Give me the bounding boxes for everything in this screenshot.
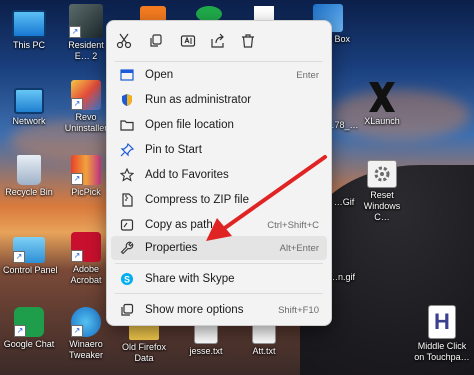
svg-text:S: S: [124, 275, 130, 285]
menu-item-share-with-skype[interactable]: S Share with Skype: [111, 267, 327, 291]
desktop-icon-google-chat[interactable]: ↗ Google Chat: [3, 307, 55, 350]
menu-item-shortcut: Shift+F10: [278, 304, 319, 316]
icon-label: Middle Click on Touchpa…: [414, 341, 470, 362]
menu-item-label: Pin to Start: [145, 144, 202, 156]
menu-item-label: Add to Favorites: [145, 169, 229, 181]
network-icon: [14, 88, 44, 114]
pin-icon: [119, 142, 135, 158]
desktop-icon-network[interactable]: Network: [3, 82, 55, 127]
game-icon: ↗: [69, 4, 103, 38]
icon-label: Winaero Tweaker: [68, 339, 103, 360]
desktop-icon-recycle-bin[interactable]: Recycle Bin: [3, 155, 55, 198]
shortcut-arrow-icon: ↗: [69, 26, 81, 38]
desktop-icon-picpick[interactable]: ↗ PicPick: [60, 155, 112, 198]
desktop-icon-middle-click[interactable]: H Middle Click on Touchpa…: [412, 305, 472, 363]
context-menu-toolbar: [107, 21, 331, 61]
recycle-bin-icon: [17, 155, 41, 185]
open-icon: [119, 67, 135, 83]
menu-item-label: Show more options: [145, 304, 244, 316]
google-chat-icon: ↗: [14, 307, 44, 337]
shortcut-arrow-icon: ↗: [13, 251, 25, 263]
wrench-icon: [119, 240, 135, 256]
menu-item-label: Compress to ZIP file: [145, 194, 249, 206]
shortcut-arrow-icon: ↗: [71, 250, 83, 262]
menu-item-run-as-administrator[interactable]: Run as administrator: [111, 88, 327, 112]
icon-label: Network: [12, 116, 46, 126]
icon-label: PicPick: [71, 187, 101, 197]
menu-item-shortcut: Ctrl+Shift+C: [267, 219, 319, 231]
icon-label: Google Chat: [3, 339, 55, 349]
cut-icon[interactable]: [115, 32, 133, 50]
path-icon: [119, 217, 135, 233]
desktop-icon-reset-windows[interactable]: Reset Windows C…: [356, 160, 408, 223]
icon-label: This PC: [12, 40, 45, 50]
menu-item-label: Run as administrator: [145, 94, 252, 106]
folder-icon: [119, 117, 135, 133]
x-logo-icon: [365, 80, 399, 114]
context-menu: Open Enter Run as administrator Open fil…: [106, 20, 332, 326]
menu-item-add-to-favorites[interactable]: Add to Favorites: [111, 163, 327, 187]
menu-item-label: Copy as path: [145, 219, 213, 231]
zip-icon: [119, 192, 135, 208]
menu-separator: [115, 61, 323, 62]
desktop-icon-revo-uninstaller[interactable]: ↗ Revo Uninstaller: [60, 80, 112, 134]
winaero-icon: ↗: [71, 307, 101, 337]
menu-item-open[interactable]: Open Enter: [111, 63, 327, 87]
icon-label: Revo Uninstaller: [64, 112, 108, 133]
icon-label: Recycle Bin: [5, 187, 53, 197]
menu-item-show-more-options[interactable]: Show more options Shift+F10: [111, 298, 327, 322]
control-panel-icon: ↗: [13, 237, 45, 263]
menu-separator: [115, 293, 323, 294]
shortcut-arrow-icon: ↗: [14, 325, 26, 337]
shortcut-arrow-icon: ↗: [71, 325, 83, 337]
menu-item-label: Properties: [145, 242, 198, 254]
menu-item-compress-to-zip[interactable]: Compress to ZIP file: [111, 188, 327, 212]
monitor-icon: [12, 10, 46, 38]
desktop-icon-winaero-tweaker[interactable]: ↗ Winaero Tweaker: [60, 307, 112, 361]
icon-label: Att.txt: [252, 346, 276, 356]
icon-label: jesse.txt: [189, 346, 223, 356]
desktop-icon-this-pc[interactable]: This PC: [3, 6, 55, 51]
picpick-icon: ↗: [71, 155, 101, 185]
shield-icon: [119, 92, 135, 108]
delete-icon[interactable]: [239, 32, 257, 50]
menu-item-label: Open: [145, 69, 174, 81]
gear-icon: [367, 160, 397, 188]
menu-item-pin-to-start[interactable]: Pin to Start: [111, 138, 327, 162]
menu-separator: [115, 263, 323, 264]
icon-label: Resident E… 2: [68, 40, 104, 61]
shortcut-arrow-icon: ↗: [71, 98, 83, 110]
shortcut-arrow-icon: ↗: [71, 173, 83, 185]
more-options-icon: [119, 302, 135, 318]
share-icon[interactable]: [209, 32, 227, 50]
skype-icon: S: [119, 271, 135, 287]
menu-item-label: Open file location: [145, 119, 234, 131]
desktop-icon-resident-evil[interactable]: ↗ Resident E… 2: [60, 4, 112, 62]
icon-label: Control Panel: [3, 265, 58, 275]
rename-icon[interactable]: [179, 32, 197, 50]
star-icon: [119, 167, 135, 183]
icon-label: Old Firefox Data: [121, 342, 166, 363]
menu-item-copy-as-path[interactable]: Copy as path Ctrl+Shift+C: [111, 213, 327, 237]
desktop-icon-control-panel[interactable]: ↗ Control Panel: [3, 233, 58, 276]
document-h-icon: H: [428, 305, 456, 339]
copy-icon[interactable]: [147, 32, 165, 50]
revo-icon: ↗: [71, 80, 101, 110]
acrobat-icon: ↗: [71, 232, 101, 262]
icon-label: Adobe Acrobat: [70, 264, 102, 285]
menu-item-open-file-location[interactable]: Open file location: [111, 113, 327, 137]
menu-item-label: Share with Skype: [145, 273, 235, 285]
menu-item-properties[interactable]: Properties Alt+Enter: [111, 236, 327, 260]
desktop-icon-adobe-acrobat[interactable]: ↗ Adobe Acrobat: [60, 232, 112, 286]
menu-item-shortcut: Enter: [296, 69, 319, 81]
menu-item-shortcut: Alt+Enter: [279, 242, 319, 254]
